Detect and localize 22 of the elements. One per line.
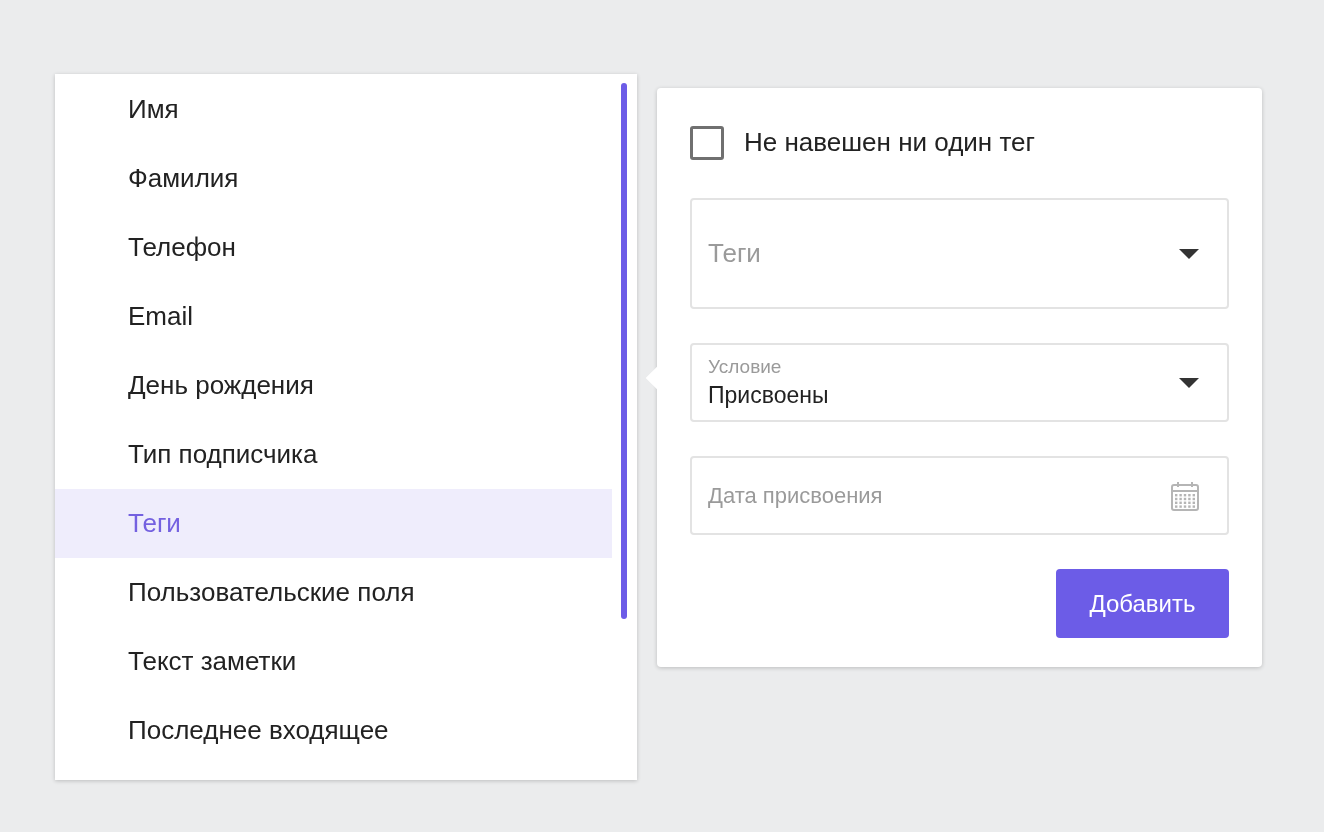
condition-label: Условие xyxy=(708,354,783,379)
field-list-item[interactable]: Фамилия xyxy=(55,144,612,213)
checkbox[interactable] xyxy=(690,125,724,160)
calendar-icon xyxy=(1171,480,1199,511)
field-list-item[interactable]: Пользовательские поля xyxy=(55,558,612,627)
scrollbar-thumb[interactable] xyxy=(621,83,627,619)
field-list-item[interactable]: Тип подписчика xyxy=(55,420,612,489)
tags-placeholder: Теги xyxy=(708,237,761,270)
caret-icon xyxy=(1179,248,1199,259)
field-list-item[interactable]: Последнее входящее xyxy=(55,696,612,765)
condition-select[interactable]: Условие Присвоены xyxy=(690,343,1229,422)
field-list-item[interactable]: Email xyxy=(55,282,612,351)
date-placeholder: Дата присвоения xyxy=(708,482,883,510)
field-list-item[interactable]: Текст заметки xyxy=(55,627,612,696)
field-list-item[interactable]: Имя xyxy=(55,75,612,144)
field-list-item[interactable]: Телефон xyxy=(55,213,612,282)
field-list-item[interactable]: Теги xyxy=(55,489,612,558)
field-list-item[interactable]: День рождения xyxy=(55,351,612,420)
checkbox-label: Не навешен ни один тег xyxy=(744,126,1035,159)
caret-icon xyxy=(1179,377,1199,388)
condition-value: Присвоены xyxy=(708,380,829,410)
add-button[interactable]: Добавить xyxy=(1056,569,1229,638)
